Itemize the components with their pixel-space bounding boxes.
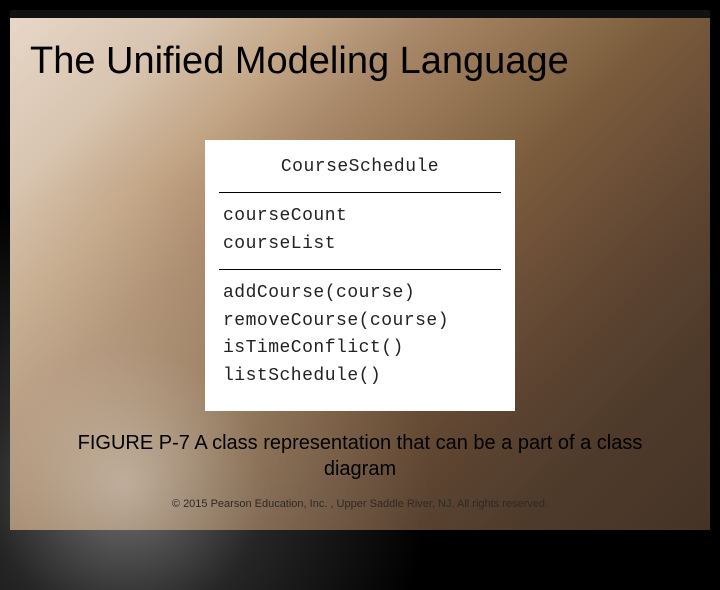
uml-divider	[219, 269, 501, 270]
uml-divider	[219, 192, 501, 193]
uml-operation: listSchedule()	[223, 363, 497, 391]
uml-attributes: courseCount courseList	[205, 197, 515, 265]
uml-attribute: courseList	[223, 231, 497, 259]
slide: The Unified Modeling Language CourseSche…	[10, 10, 710, 530]
uml-operations: addCourse(course) removeCourse(course) i…	[205, 274, 515, 398]
uml-operation: addCourse(course)	[223, 280, 497, 308]
figure-caption: FIGURE P-7 A class representation that c…	[10, 430, 710, 482]
uml-class-name: CourseSchedule	[205, 148, 515, 188]
uml-operation: isTimeConflict()	[223, 335, 497, 363]
uml-operation: removeCourse(course)	[223, 308, 497, 336]
slide-title: The Unified Modeling Language	[10, 40, 710, 83]
uml-attribute: courseCount	[223, 203, 497, 231]
uml-class-box: CourseSchedule courseCount courseList ad…	[205, 140, 515, 411]
copyright-text: © 2015 Pearson Education, Inc. , Upper S…	[10, 498, 710, 510]
top-accent-bar	[10, 10, 710, 18]
